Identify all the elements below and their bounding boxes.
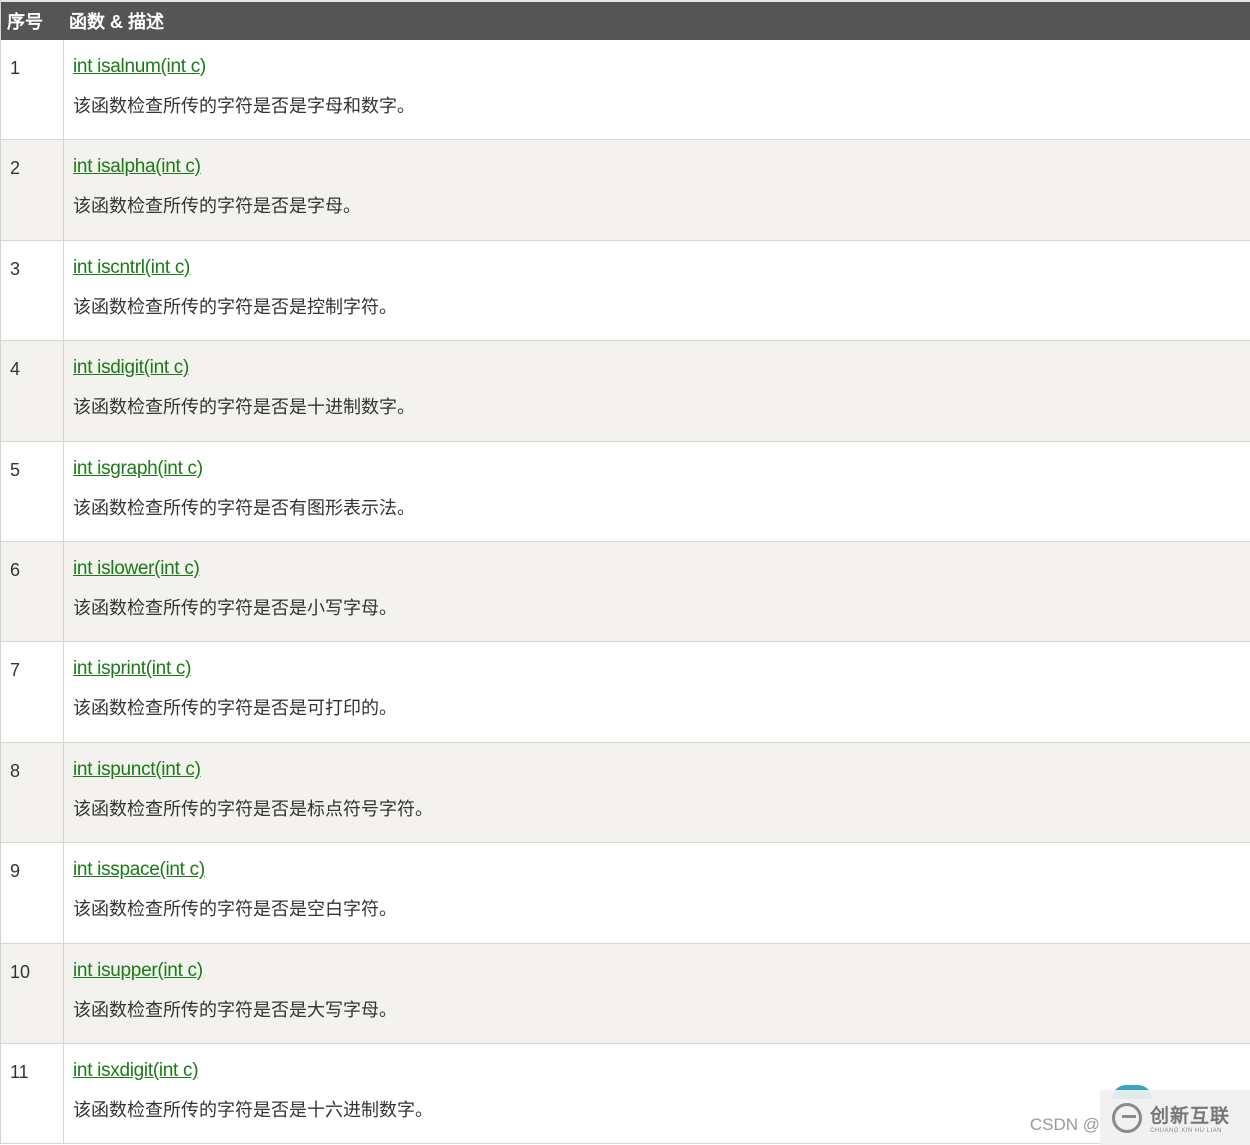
function-link[interactable]: int isprint(int c) xyxy=(73,658,191,680)
header-col-number: 序号 xyxy=(7,12,43,32)
function-description: 该函数检查所传的字符是否是十进制数字。 xyxy=(73,397,415,419)
brand-name-en: CHUANG XIN HU LIAN xyxy=(1150,1128,1223,1134)
function-description: 该函数检查所传的字符是否有图形表示法。 xyxy=(73,497,415,519)
function-description: 该函数检查所传的字符是否是字母。 xyxy=(73,196,361,218)
function-link[interactable]: int islower(int c) xyxy=(73,558,200,580)
function-link[interactable]: int isxdigit(int c) xyxy=(73,1060,199,1082)
function-description: 该函数检查所传的字符是否是空白字符。 xyxy=(73,899,397,921)
row-number: 3 xyxy=(1,240,64,341)
function-link[interactable]: int iscntrl(int c) xyxy=(73,257,190,279)
row-number: 5 xyxy=(1,441,64,541)
function-description: 该函数检查所传的字符是否是大写字母。 xyxy=(73,999,397,1021)
function-link[interactable]: int ispunct(int c) xyxy=(73,759,201,781)
function-description: 该函数检查所传的字符是否是字母和数字。 xyxy=(73,96,415,117)
function-link[interactable]: int isspace(int c) xyxy=(73,859,205,881)
brand-watermark: 创新互联 CHUANG XIN HU LIAN xyxy=(1100,1090,1250,1145)
row-number: 10 xyxy=(1,943,64,1043)
header-col-function: 函数 & 描述 xyxy=(69,12,165,32)
function-link[interactable]: int isalnum(int c) xyxy=(73,56,206,78)
row-number: 8 xyxy=(1,742,64,843)
table-row: 8 int ispunct(int c) 该函数检查所传的字符是否是标点符号字符… xyxy=(1,742,1250,844)
function-link[interactable]: int isgraph(int c) xyxy=(73,458,203,480)
function-link[interactable]: int isalpha(int c) xyxy=(73,156,201,178)
table-row: 6 int islower(int c) 该函数检查所传的字符是否是小写字母。 xyxy=(1,541,1250,643)
function-description: 该函数检查所传的字符是否是小写字母。 xyxy=(73,597,397,619)
table-row: 3 int iscntrl(int c) 该函数检查所传的字符是否是控制字符。 xyxy=(1,240,1250,342)
table-row: 2 int isalpha(int c) 该函数检查所传的字符是否是字母。 xyxy=(1,140,1250,241)
function-description: 该函数检查所传的字符是否是可打印的。 xyxy=(73,698,397,720)
table-row: 10 int isupper(int c) 该函数检查所传的字符是否是大写字母。 xyxy=(1,943,1250,1044)
function-link[interactable]: int isdigit(int c) xyxy=(73,357,189,379)
table-header: 序号 函数 & 描述 xyxy=(1,0,1250,40)
row-number: 9 xyxy=(1,843,64,943)
row-number: 2 xyxy=(1,140,64,240)
row-number: 6 xyxy=(1,541,64,642)
csdn-watermark: CSDN @ xyxy=(1029,1115,1100,1134)
row-number: 4 xyxy=(1,341,64,441)
brand-logo-icon xyxy=(1112,1102,1142,1133)
row-number: 11 xyxy=(1,1043,64,1144)
table-row: 1 int isalnum(int c) 该函数检查所传的字符是否是字母和数字。 xyxy=(1,40,1250,141)
table-row: 4 int isdigit(int c) 该函数检查所传的字符是否是十进制数字。 xyxy=(1,341,1250,442)
row-number: 1 xyxy=(1,40,64,140)
function-description: 该函数检查所传的字符是否是控制字符。 xyxy=(73,296,397,318)
table-row: 9 int isspace(int c) 该函数检查所传的字符是否是空白字符。 xyxy=(1,843,1250,944)
table-row: 7 int isprint(int c) 该函数检查所传的字符是否是可打印的。 xyxy=(1,642,1250,743)
table-row: 5 int isgraph(int c) 该函数检查所传的字符是否有图形表示法。 xyxy=(1,441,1250,542)
row-number: 7 xyxy=(1,642,64,742)
function-link[interactable]: int isupper(int c) xyxy=(73,960,203,982)
function-description: 该函数检查所传的字符是否是标点符号字符。 xyxy=(73,798,433,820)
brand-name-cn: 创新互联 xyxy=(1150,1106,1231,1127)
function-table: 序号 函数 & 描述 1 int isalnum(int c) 该函数检查所传的… xyxy=(0,0,1250,1145)
